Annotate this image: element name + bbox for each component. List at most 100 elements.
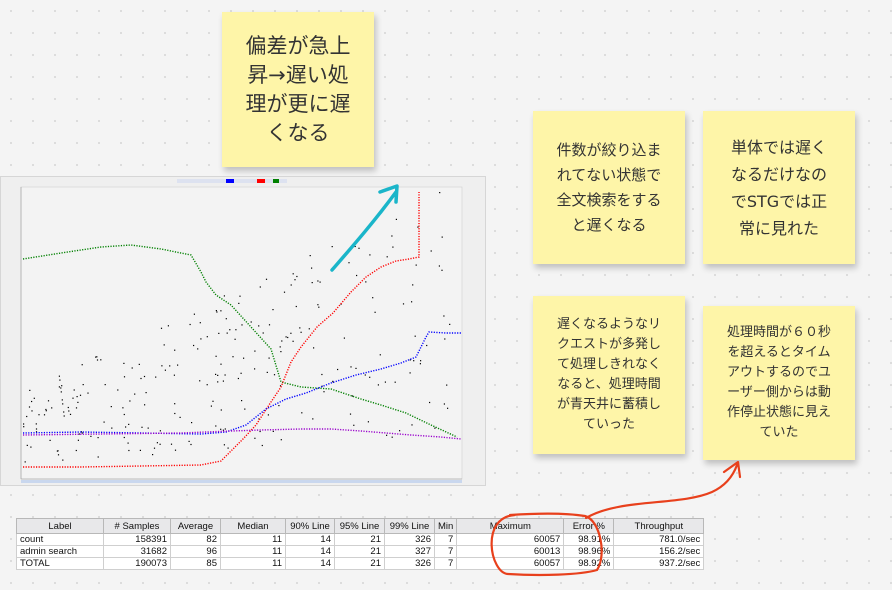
data-point [285, 336, 287, 338]
data-point [51, 407, 53, 409]
data-point [169, 365, 171, 367]
column-header-min[interactable]: Min [433, 518, 458, 534]
data-point [444, 338, 446, 340]
data-point [141, 426, 143, 428]
data-point [301, 412, 303, 414]
data-point [299, 327, 301, 329]
data-point [190, 443, 192, 446]
table-row[interactable]: count 158391 82 11 14 21 326 7 60057 98.… [16, 533, 705, 546]
column-header-label[interactable]: Label [16, 518, 104, 534]
data-point [35, 423, 37, 425]
column-header-99-line[interactable]: 99% Line [384, 518, 435, 534]
data-point [234, 338, 236, 340]
data-point [226, 332, 228, 334]
data-point [261, 444, 263, 447]
data-point [97, 456, 99, 458]
column-header-maximum[interactable]: Maximum [456, 518, 565, 534]
data-point [244, 408, 246, 410]
data-point [156, 442, 158, 444]
column-header-average[interactable]: Average [170, 518, 221, 534]
sticky-note-deviation[interactable]: 偏差が急上 昇→遅い処 理が更に遅 くなる [222, 12, 374, 167]
jmeter-graph-svg [20, 179, 463, 483]
data-point [159, 430, 161, 432]
cell-samples: 190073 [103, 557, 171, 570]
data-point [57, 454, 60, 456]
cell-maximum: 60013 [456, 545, 565, 558]
cell-average: 96 [170, 545, 221, 558]
data-point [272, 309, 274, 311]
data-point [145, 392, 147, 394]
sticky-note-text: 件数が絞り込ま れてない状態で 全文検索をする と遅くなる [556, 140, 662, 234]
data-point [272, 430, 274, 432]
data-point [123, 436, 125, 439]
data-point [45, 408, 47, 411]
data-point [174, 349, 176, 351]
data-point [179, 416, 181, 418]
data-point [395, 218, 397, 220]
data-point [29, 389, 31, 391]
column-header-90-line[interactable]: 90% Line [285, 518, 335, 534]
data-point [350, 366, 352, 368]
data-point [174, 449, 177, 451]
data-point [337, 368, 339, 371]
data-point [224, 374, 226, 376]
data-point [414, 335, 416, 337]
column-header-median[interactable]: Median [220, 518, 286, 534]
cell-95-line: 21 [334, 533, 385, 546]
jmeter-graph-image[interactable] [0, 176, 486, 486]
data-point [281, 340, 283, 342]
data-point [411, 424, 413, 426]
sticky-note-single-test[interactable]: 単体では遅く なるだけなの でSTGでは正 常に見れた [703, 111, 855, 264]
data-point [199, 322, 201, 324]
data-point [62, 403, 64, 405]
sticky-note-timeout[interactable]: 処理時間が６０秒 を超えるとタイム アウトするのでユ ーザー側からは動 作停止状… [703, 306, 855, 460]
data-point [72, 397, 74, 399]
data-point [394, 381, 396, 383]
column-header-error[interactable]: Error % [563, 518, 615, 534]
column-header-samples[interactable]: # Samples [103, 518, 171, 534]
data-point [193, 344, 195, 347]
sticky-note-text: 偏差が急上 昇→遅い処 理が更に遅 くなる [245, 33, 351, 145]
data-point [399, 430, 401, 432]
data-point [379, 354, 381, 356]
data-point [56, 450, 58, 452]
data-point [197, 348, 199, 350]
column-header-throughput[interactable]: Throughput [613, 518, 705, 534]
data-point [75, 407, 78, 409]
data-point [319, 281, 321, 283]
data-point [97, 437, 99, 439]
table-row[interactable]: admin search 31682 96 11 14 21 327 7 600… [16, 545, 705, 558]
data-point [200, 338, 202, 340]
data-point [321, 373, 323, 376]
data-point [31, 400, 33, 403]
data-point [28, 406, 31, 408]
hand-drawn-circle-arrow-icon [584, 460, 742, 520]
data-point [159, 443, 161, 445]
data-point [446, 384, 448, 386]
cell-99-line: 326 [384, 557, 435, 570]
data-point [24, 461, 26, 463]
table-row[interactable]: TOTAL 190073 85 11 14 21 326 7 60057 98.… [16, 557, 705, 570]
data-point [139, 449, 141, 451]
data-point [60, 387, 62, 389]
sticky-note-fulltext-search[interactable]: 件数が絞り込ま れてない状態で 全文検索をする と遅くなる [533, 111, 685, 264]
sticky-note-accumulation[interactable]: 遅くなるようなリ クエストが多発し て処理しきれなく なると、処理時間 が青天井… [533, 296, 685, 454]
data-point [426, 344, 428, 347]
cell-99-line: 327 [384, 545, 435, 558]
data-point [69, 413, 72, 415]
data-point [250, 321, 252, 323]
data-point [238, 302, 240, 304]
data-point [243, 357, 245, 359]
data-point [61, 399, 63, 401]
data-point [144, 404, 146, 406]
column-header-95-line[interactable]: 95% Line [334, 518, 385, 534]
data-point [163, 344, 165, 346]
legend-average-swatch [257, 179, 265, 183]
data-point [374, 311, 376, 313]
data-point [441, 236, 443, 238]
data-point [312, 418, 314, 420]
cell-throughput: 937.2/sec [613, 557, 705, 570]
data-point [318, 306, 320, 308]
data-point [292, 273, 294, 275]
data-point [189, 323, 191, 326]
